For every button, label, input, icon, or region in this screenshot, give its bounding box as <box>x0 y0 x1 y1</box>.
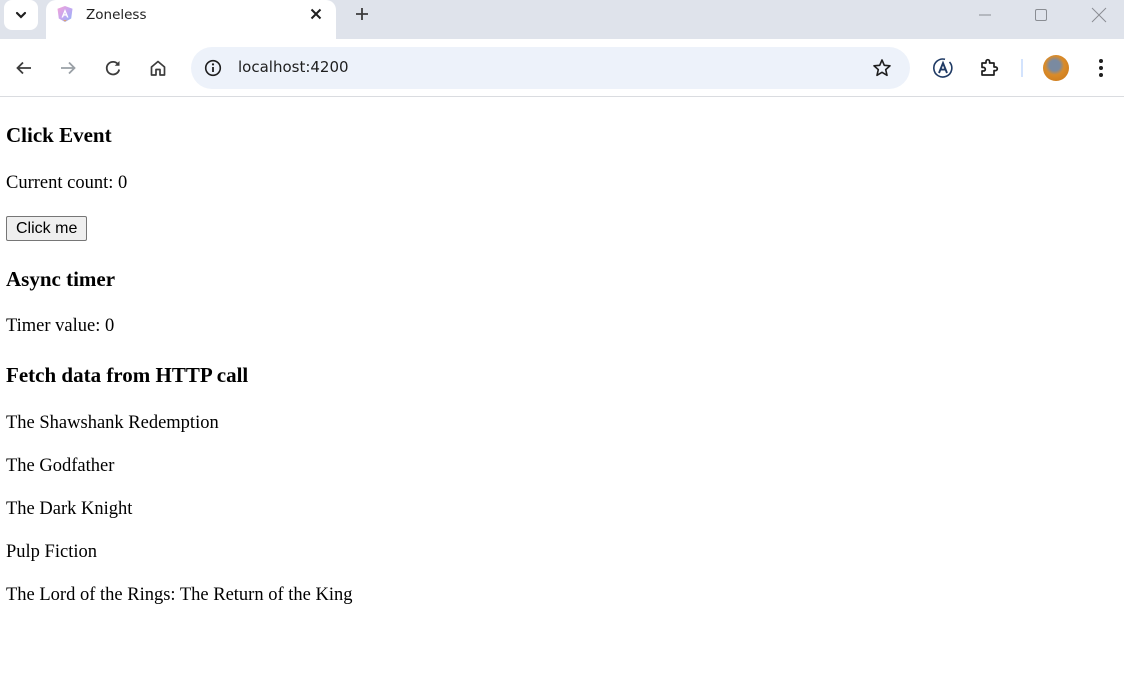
plus-icon <box>356 8 368 20</box>
tab-search-button[interactable] <box>4 0 38 30</box>
home-button[interactable] <box>142 52 174 84</box>
puzzle-icon <box>981 58 999 76</box>
info-icon <box>204 59 222 77</box>
close-window-button[interactable] <box>1076 0 1122 30</box>
reload-button[interactable] <box>97 52 129 84</box>
toolbar-divider <box>1021 59 1023 77</box>
list-item: The Shawshank Redemption <box>6 413 219 433</box>
chevron-down-icon <box>15 11 27 19</box>
list-item: The Godfather <box>6 456 115 476</box>
page-content: Click Event Current count: 0 Click me As… <box>0 98 1124 688</box>
reload-icon <box>105 60 121 76</box>
new-tab-button[interactable] <box>350 2 374 26</box>
extension-a-button[interactable] <box>927 52 959 84</box>
forward-button[interactable] <box>52 52 84 84</box>
angular-icon <box>57 6 73 22</box>
site-info-button[interactable] <box>201 56 225 80</box>
maximize-button[interactable] <box>1018 0 1064 30</box>
current-count-text: Current count: 0 <box>6 173 128 193</box>
list-item: The Dark Knight <box>6 499 133 519</box>
close-icon <box>1091 7 1107 23</box>
arrow-left-icon <box>16 61 31 75</box>
avatar[interactable] <box>1043 55 1069 81</box>
list-item: The Lord of the Rings: The Return of the… <box>6 585 353 605</box>
translate-icon <box>933 58 953 78</box>
maximize-icon <box>1035 9 1047 21</box>
back-button[interactable] <box>8 52 40 84</box>
arrow-right-icon <box>61 61 76 75</box>
browser-menu-button[interactable] <box>1085 52 1117 84</box>
url-text[interactable]: localhost:4200 <box>238 58 349 76</box>
extensions-button[interactable] <box>973 52 1005 84</box>
home-icon <box>150 60 166 76</box>
list-item: Pulp Fiction <box>6 542 97 562</box>
minimize-button[interactable] <box>962 0 1008 30</box>
bookmark-button[interactable] <box>870 56 894 80</box>
star-icon <box>873 59 891 77</box>
async-timer-heading: Async timer <box>6 267 116 291</box>
close-icon <box>310 8 322 20</box>
minimize-icon <box>979 14 991 16</box>
tab-title: Zoneless <box>86 7 147 23</box>
kebab-menu-icon <box>1099 59 1103 77</box>
close-tab-button[interactable] <box>306 3 326 25</box>
timer-value-text: Timer value: 0 <box>6 316 115 336</box>
click-me-button[interactable]: Click me <box>6 216 88 241</box>
address-bar[interactable]: localhost:4200 <box>191 47 910 89</box>
tab-strip: Zoneless <box>0 0 1124 39</box>
browser-toolbar: localhost:4200 <box>0 39 1124 97</box>
fetch-data-heading: Fetch data from HTTP call <box>6 363 249 387</box>
click-event-heading: Click Event <box>6 123 112 147</box>
browser-tab[interactable]: Zoneless <box>46 0 336 39</box>
